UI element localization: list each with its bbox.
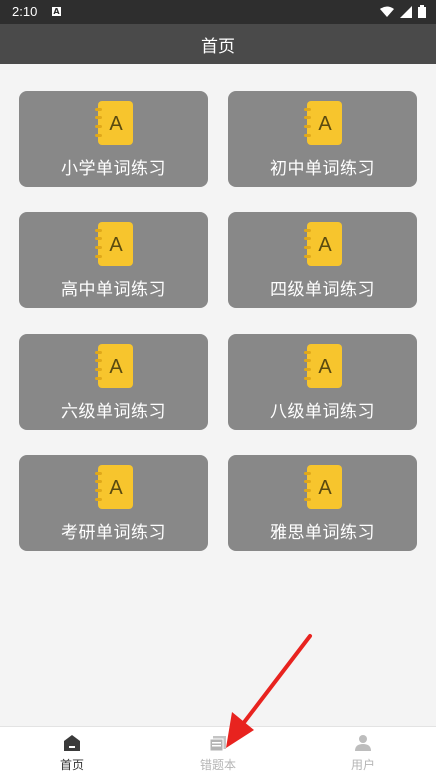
- svg-text:A: A: [109, 477, 123, 499]
- svg-text:A: A: [318, 113, 332, 135]
- card-ielts[interactable]: A 雅思单词练习: [228, 455, 417, 551]
- card-senior[interactable]: A 高中单词练习: [19, 212, 208, 308]
- battery-icon: [418, 5, 426, 18]
- card-junior[interactable]: A 初中单词练习: [228, 91, 417, 187]
- nav-label-home: 首页: [59, 758, 84, 772]
- svg-text:A: A: [109, 356, 123, 378]
- status-icons: [380, 5, 426, 18]
- page-title: 首页: [201, 36, 235, 57]
- card-label: 八级单词练习: [270, 402, 375, 422]
- card-label: 初中单词练习: [270, 159, 375, 179]
- svg-text:A: A: [109, 234, 123, 256]
- card-cet6[interactable]: A 六级单词练习: [19, 334, 208, 430]
- nav-item-home[interactable]: 首页: [22, 727, 122, 777]
- nav-item-user[interactable]: 用户: [313, 727, 413, 777]
- svg-text:A: A: [318, 234, 332, 256]
- card-label: 高中单词练习: [61, 280, 166, 300]
- vocabulary-book-icon: A: [95, 344, 133, 388]
- vocabulary-book-icon: A: [95, 465, 133, 509]
- card-cet4[interactable]: A 四级单词练习: [228, 212, 417, 308]
- card-label: 小学单词练习: [61, 159, 166, 179]
- card-primary[interactable]: A 小学单词练习: [19, 91, 208, 187]
- status-bar: 2:10 A: [0, 0, 436, 24]
- card-tem8[interactable]: A 八级单词练习: [228, 334, 417, 430]
- wifi-icon: [380, 6, 394, 17]
- svg-text:A: A: [318, 356, 332, 378]
- vocabulary-book-icon: A: [95, 222, 133, 266]
- notification-icon: A: [52, 7, 61, 16]
- signal-icon: [400, 5, 412, 18]
- svg-text:A: A: [318, 477, 332, 499]
- card-postgrad[interactable]: A 考研单词练习: [19, 455, 208, 551]
- app-bar: 首页: [0, 24, 436, 64]
- nav-label-user: 用户: [350, 758, 375, 772]
- vocabulary-book-icon: A: [304, 222, 342, 266]
- user-icon: [355, 735, 371, 751]
- vocabulary-book-icon: A: [304, 465, 342, 509]
- nav-item-notebook[interactable]: 错题本: [168, 727, 268, 777]
- svg-text:A: A: [109, 113, 123, 135]
- card-label: 雅思单词练习: [270, 523, 375, 543]
- vocabulary-book-icon: A: [304, 101, 342, 145]
- vocabulary-book-icon: A: [95, 101, 133, 145]
- card-label: 考研单词练习: [61, 523, 166, 543]
- vocabulary-book-icon: A: [304, 344, 342, 388]
- card-label: 六级单词练习: [61, 402, 166, 422]
- bottom-nav: 首页 错题本 用户: [0, 726, 436, 777]
- status-time: 2:10: [12, 4, 38, 19]
- notebook-icon: [209, 736, 226, 752]
- nav-label-notebook: 错题本: [199, 758, 236, 772]
- card-label: 四级单词练习: [270, 280, 375, 300]
- home-icon: [64, 735, 80, 751]
